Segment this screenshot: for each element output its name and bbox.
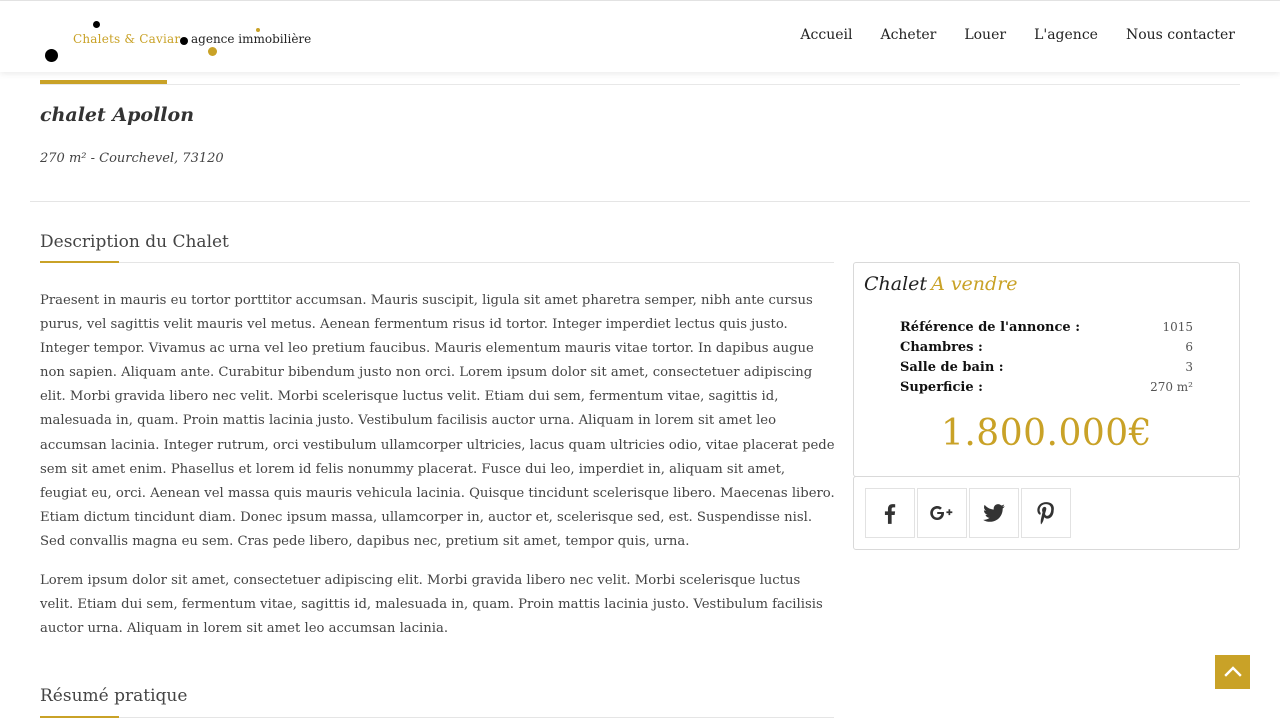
- logo-dot: [208, 47, 217, 56]
- property-price: 1.800.000€: [940, 413, 1153, 454]
- share-twitter-button[interactable]: [969, 488, 1019, 538]
- spec-value: 6: [1185, 340, 1193, 354]
- description-title-accent: [40, 261, 119, 263]
- logo-dot: [93, 21, 100, 28]
- nav-contact[interactable]: Nous contacter: [1126, 27, 1235, 43]
- main-nav: Accueil Acheter Louer L'agence Nous cont…: [800, 27, 1235, 43]
- description-title: Description du Chalet: [40, 232, 229, 252]
- logo-agency: agence immobilière: [191, 32, 312, 46]
- spec-value: 1015: [1162, 320, 1193, 334]
- spec-value: 3: [1185, 360, 1193, 374]
- site-logo[interactable]: Chalets & Caviar agence immobilière: [40, 15, 312, 63]
- card-title: Chalet A vendre: [864, 273, 1018, 295]
- nav-louer[interactable]: Louer: [964, 27, 1006, 43]
- spec-label: Chambres :: [900, 340, 983, 355]
- summary-title: Résumé pratique: [40, 686, 188, 706]
- section-divider: [30, 201, 1250, 202]
- spec-row-bedrooms: Chambres : 6: [900, 340, 1193, 360]
- active-tab-indicator: [40, 80, 167, 84]
- scroll-to-top-button[interactable]: [1215, 655, 1250, 689]
- twitter-icon: [983, 504, 1005, 522]
- nav-agence[interactable]: L'agence: [1034, 27, 1098, 43]
- spec-label: Salle de bain :: [900, 360, 1004, 375]
- property-title: chalet Apollon: [40, 104, 195, 126]
- share-card: [853, 476, 1240, 550]
- spec-label: Référence de l'annonce :: [900, 320, 1080, 335]
- property-card: Chalet A vendre Référence de l'annonce : …: [853, 262, 1240, 477]
- site-header: Chalets & Caviar agence immobilière Accu…: [0, 1, 1280, 72]
- logo-dot: [45, 49, 58, 62]
- spec-row-bathrooms: Salle de bain : 3: [900, 360, 1193, 380]
- description-paragraph: Lorem ipsum dolor sit amet, consectetuer…: [40, 573, 823, 637]
- spec-row-reference: Référence de l'annonce : 1015: [900, 320, 1193, 340]
- nav-acheter[interactable]: Acheter: [880, 27, 936, 43]
- property-subtitle: 270 m² - Courchevel, 73120: [40, 151, 224, 166]
- logo-brand: Chalets & Caviar: [73, 32, 181, 46]
- pinterest-icon: [1037, 502, 1054, 525]
- share-facebook-button[interactable]: [865, 488, 915, 538]
- facebook-icon: [884, 504, 896, 524]
- spec-label: Superficie :: [900, 380, 983, 395]
- property-type: Chalet: [864, 273, 928, 295]
- summary-title-accent: [40, 716, 119, 718]
- property-status: A vendre: [931, 273, 1018, 295]
- share-pinterest-button[interactable]: [1021, 488, 1071, 538]
- spec-value: 270 m²: [1150, 380, 1193, 394]
- spec-row-area: Superficie : 270 m²: [900, 380, 1193, 400]
- logo-dot: [180, 37, 188, 45]
- nav-accueil[interactable]: Accueil: [800, 27, 852, 43]
- description-title-line: [40, 262, 834, 263]
- description-paragraph: Praesent in mauris eu tortor porttitor a…: [40, 293, 835, 549]
- summary-title-line: [40, 717, 834, 718]
- share-google-plus-button[interactable]: [917, 488, 967, 538]
- google-plus-icon: [930, 505, 953, 521]
- tab-divider: [40, 84, 1240, 85]
- arrow-up-icon: [1223, 666, 1242, 677]
